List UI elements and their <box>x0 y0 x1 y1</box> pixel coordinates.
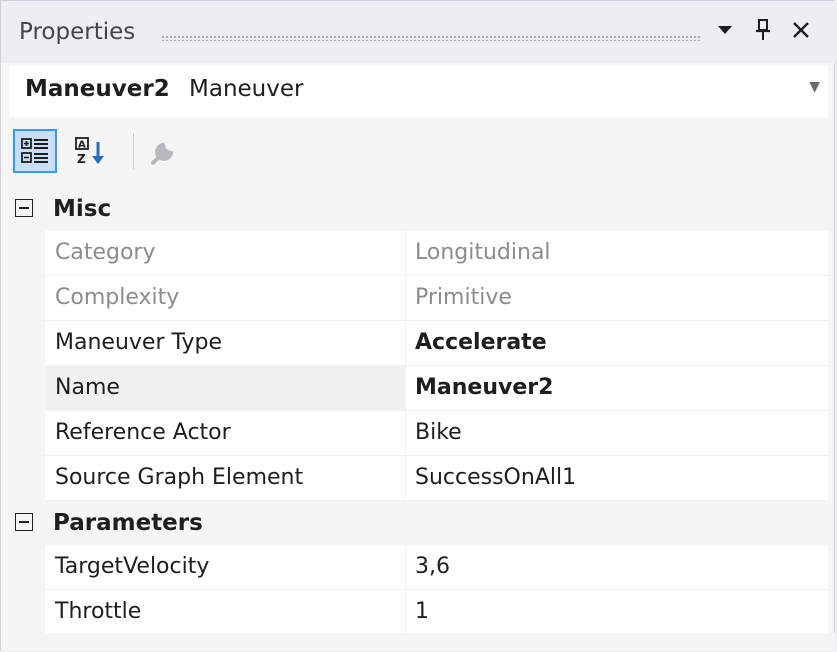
property-row[interactable]: Complexity Primitive <box>45 276 828 321</box>
property-row[interactable]: Reference Actor Bike <box>45 411 828 456</box>
category-label: Misc <box>53 196 112 222</box>
properties-panel: Properties Maneuver2 Maneuver ▼ A Z Misc… <box>0 0 836 651</box>
property-name: Name <box>45 366 405 410</box>
property-row[interactable]: Maneuver Type Accelerate <box>45 321 828 366</box>
property-value[interactable]: Accelerate <box>415 321 547 365</box>
property-row-selected[interactable]: Name Maneuver2 <box>45 366 828 411</box>
dropdown-arrow-icon[interactable] <box>711 15 739 45</box>
properties-toolbar: A Z <box>9 123 828 183</box>
categorized-icon <box>21 138 48 163</box>
pin-icon[interactable] <box>749 15 777 45</box>
drag-grip[interactable] <box>161 35 701 41</box>
property-name: Maneuver Type <box>55 330 223 355</box>
category-parameters[interactable]: Parameters <box>9 501 828 545</box>
property-row[interactable]: Throttle 1 <box>45 590 828 635</box>
property-name: Throttle <box>55 599 142 624</box>
property-name: TargetVelocity <box>55 554 210 579</box>
toolbar-separator <box>133 133 134 169</box>
property-row[interactable]: TargetVelocity 3,6 <box>45 545 828 590</box>
property-value[interactable]: Maneuver2 <box>415 366 553 410</box>
property-name: Source Graph Element <box>55 465 304 490</box>
title-bar[interactable]: Properties <box>1 1 836 63</box>
chevron-down-icon[interactable]: ▼ <box>809 79 820 95</box>
property-value[interactable]: SuccessOnAll1 <box>415 456 576 500</box>
categorized-button[interactable] <box>13 129 57 173</box>
alphabetical-sort-icon: A Z <box>75 137 104 166</box>
property-value[interactable]: 3,6 <box>415 545 450 589</box>
property-value[interactable]: Bike <box>415 411 462 455</box>
panel-footer <box>1 633 836 651</box>
collapse-icon[interactable] <box>15 199 33 217</box>
property-value[interactable]: 1 <box>415 590 429 634</box>
property-name: Complexity <box>55 285 180 310</box>
property-pages-wrench-icon <box>151 142 174 165</box>
svg-text:A: A <box>78 140 86 151</box>
object-name: Maneuver2 <box>25 76 170 102</box>
object-type: Maneuver <box>189 76 304 102</box>
category-misc[interactable]: Misc <box>9 187 828 231</box>
property-value: Longitudinal <box>415 240 551 265</box>
collapse-icon[interactable] <box>15 513 33 531</box>
property-name: Reference Actor <box>55 420 231 445</box>
close-icon[interactable] <box>787 15 815 45</box>
property-value: Primitive <box>415 285 512 310</box>
panel-title: Properties <box>19 19 136 45</box>
svg-text:Z: Z <box>77 152 86 166</box>
property-pages-button[interactable] <box>141 129 185 173</box>
alphabetical-button[interactable]: A Z <box>69 129 113 173</box>
property-grid: Misc Category Longitudinal Complexity Pr… <box>9 187 828 635</box>
property-row[interactable]: Category Longitudinal <box>45 231 828 276</box>
object-selector[interactable]: Maneuver2 Maneuver ▼ <box>9 65 828 117</box>
category-label: Parameters <box>53 510 203 536</box>
property-name: Category <box>55 240 156 265</box>
property-row[interactable]: Source Graph Element SuccessOnAll1 <box>45 456 828 501</box>
